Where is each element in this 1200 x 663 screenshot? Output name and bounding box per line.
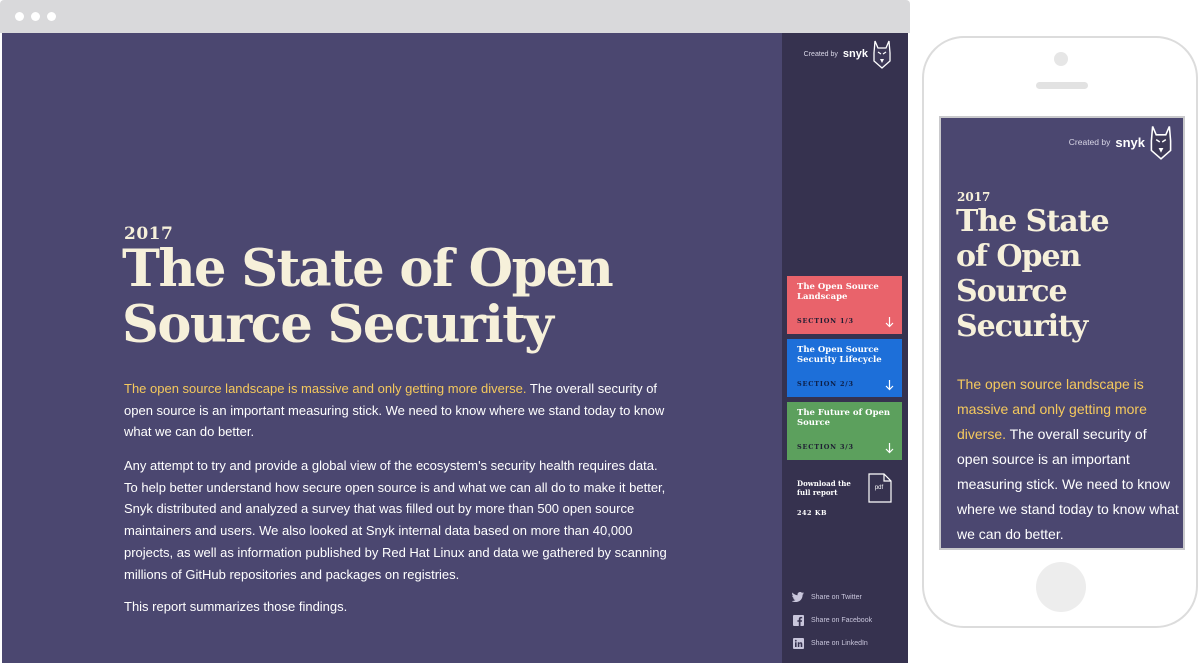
snyk-dog-icon xyxy=(1150,126,1172,160)
phone-home-button xyxy=(1036,562,1086,612)
phone-camera xyxy=(1054,52,1068,66)
page-title-line: The State xyxy=(956,204,1110,239)
created-by-snyk[interactable]: Created by snyk xyxy=(1069,124,1173,160)
page-title-line: Security xyxy=(956,309,1088,344)
intro-highlight: The open source landscape is massive and… xyxy=(124,381,527,396)
arrow-down-icon xyxy=(885,380,894,391)
section-card-title: The Open Source Security Lifecycle xyxy=(797,345,882,365)
page-title-line: Source Security xyxy=(122,295,554,355)
share-facebook-link[interactable]: Share on Facebook xyxy=(792,613,872,627)
section-card-title: The Open Source Landscape xyxy=(797,282,879,302)
page-title-line: The State of Open xyxy=(122,239,614,299)
intro-paragraph: The open source landscape is massive and… xyxy=(957,372,1179,547)
sidebar: Created by snyk The Open Source Landscap… xyxy=(782,33,908,663)
twitter-icon xyxy=(792,591,804,603)
methodology-paragraph: Any attempt to try and provide a global … xyxy=(124,458,667,582)
page-title: The State of Open Source Security xyxy=(122,241,722,353)
hero-content: 2017 The State of Open Source Security T… xyxy=(2,33,782,663)
snyk-wordmark: snyk xyxy=(842,48,868,60)
page-title: The State of Open Source Security xyxy=(956,204,1176,344)
share-linkedin-link[interactable]: Share on LinkedIn xyxy=(792,636,868,650)
section-card-label: SECTION 3/3 xyxy=(797,443,854,451)
section-card-2[interactable]: The Open Source Security Lifecycle SECTI… xyxy=(787,339,902,397)
arrow-down-icon xyxy=(885,317,894,328)
mobile-viewport: Created by snyk 2017 The State of Open S… xyxy=(939,116,1185,550)
section-card-label: SECTION 1/3 xyxy=(797,317,854,325)
desktop-browser-mockup: 2017 The State of Open Source Security T… xyxy=(0,0,910,663)
summary-paragraph: This report summarizes those findings. xyxy=(124,599,348,614)
section-card-label: SECTION 2/3 xyxy=(797,380,854,388)
created-by-snyk[interactable]: Created by snyk xyxy=(804,39,892,69)
linkedin-icon xyxy=(792,637,804,649)
created-by-label: Created by xyxy=(803,50,838,58)
share-label: Share on Twitter xyxy=(811,593,862,601)
report-year: 2017 xyxy=(957,190,991,204)
window-dot xyxy=(31,12,40,21)
phone-speaker xyxy=(1036,82,1088,89)
share-label: Share on Facebook xyxy=(811,616,873,624)
intro-paragraph: The open source landscape is massive and… xyxy=(124,378,669,443)
desktop-viewport: 2017 The State of Open Source Security T… xyxy=(2,33,908,663)
download-label: Download the full report xyxy=(797,479,851,497)
download-size: 242 KB xyxy=(797,509,827,517)
snyk-wordmark: snyk xyxy=(1115,134,1145,150)
phone-mockup: Created by snyk 2017 The State of Open S… xyxy=(922,36,1198,628)
section-card-3[interactable]: The Future of Open Source SECTION 3/3 xyxy=(787,402,902,460)
created-by-label: Created by xyxy=(1068,137,1111,147)
snyk-dog-icon xyxy=(873,40,891,69)
pdf-icon-text: pdf xyxy=(874,485,884,491)
section-card-title: The Future of Open Source xyxy=(797,408,891,428)
browser-title-bar xyxy=(0,0,910,33)
facebook-icon xyxy=(792,614,804,626)
window-dot xyxy=(15,12,24,21)
window-dot xyxy=(47,12,56,21)
arrow-down-icon xyxy=(885,443,894,454)
page-title-line: Source xyxy=(956,274,1068,309)
share-twitter-link[interactable]: Share on Twitter xyxy=(792,590,862,604)
download-report-link[interactable]: Download the full report 242 KB pdf xyxy=(797,473,897,523)
section-card-1[interactable]: The Open Source Landscape SECTION 1/3 xyxy=(787,276,902,334)
share-label: Share on LinkedIn xyxy=(811,639,868,647)
intro-text: The overall security of open source is a… xyxy=(957,426,1179,542)
page-title-line: of Open xyxy=(956,239,1081,274)
